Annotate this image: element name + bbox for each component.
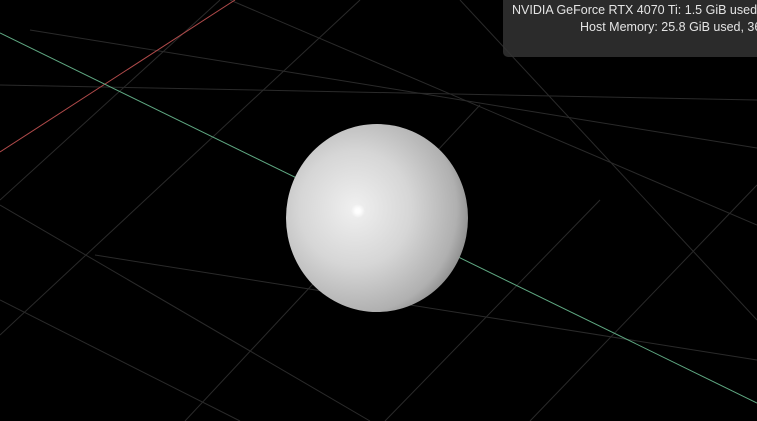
sphere-object[interactable] (286, 124, 468, 312)
grid-line (0, 84, 757, 101)
specular-highlight (351, 204, 365, 218)
memory-stats-overlay: NVIDIA GeForce RTX 4070 Ti: 1.5 GiB used… (503, 0, 757, 57)
grid-line (0, 299, 241, 421)
grid-line (529, 184, 757, 421)
x-axis-line (0, 0, 236, 153)
gpu-memory-text: NVIDIA GeForce RTX 4070 Ti: 1.5 GiB used… (512, 3, 757, 17)
scene-canvas[interactable] (0, 0, 757, 421)
host-memory-text: Host Memory: 25.8 GiB used, 36. (580, 20, 757, 34)
3d-viewport[interactable]: NVIDIA GeForce RTX 4070 Ti: 1.5 GiB used… (0, 0, 757, 421)
